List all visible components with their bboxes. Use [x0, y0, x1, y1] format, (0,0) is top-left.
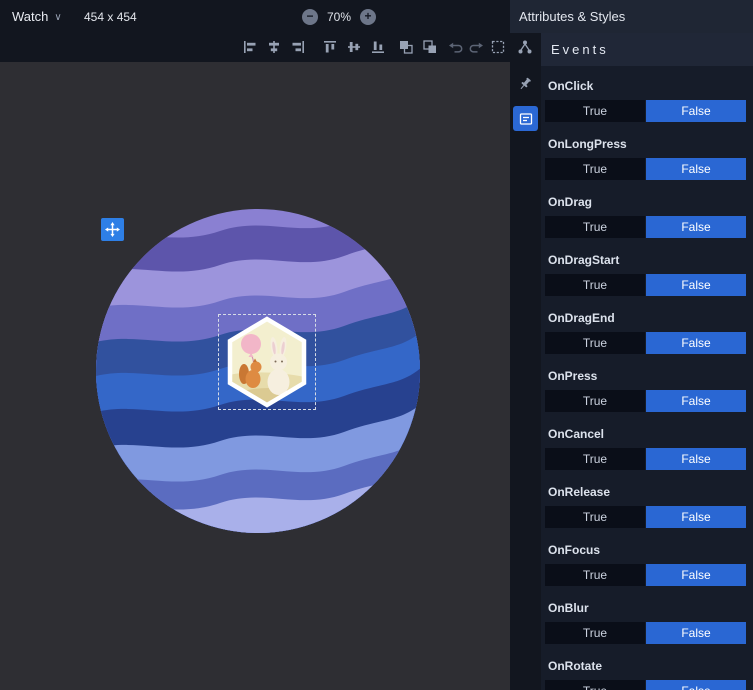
event-name: OnPress	[548, 368, 746, 384]
event-true-button[interactable]: True	[545, 448, 645, 470]
event-block: OnDrag True False	[541, 182, 753, 240]
align-middle-vertical-icon[interactable]	[346, 39, 362, 55]
align-bottom-icon[interactable]	[370, 39, 386, 55]
event-name: OnCancel	[548, 426, 746, 442]
event-true-button[interactable]: True	[545, 332, 645, 354]
hexagon-sticker[interactable]	[225, 316, 309, 408]
event-name: OnRotate	[548, 658, 746, 674]
event-false-button[interactable]: False	[646, 448, 746, 470]
event-block: OnPress True False	[541, 356, 753, 414]
event-block: OnLongPress True False	[541, 124, 753, 182]
device-label: Watch	[12, 9, 48, 24]
event-block: OnRelease True False	[541, 472, 753, 530]
event-block: OnRotate True False	[541, 646, 753, 690]
event-false-button[interactable]: False	[646, 390, 746, 412]
design-canvas[interactable]	[0, 62, 510, 690]
event-block: OnDragEnd True False	[541, 298, 753, 356]
zoom-level: 70%	[327, 10, 351, 24]
event-name: OnLongPress	[548, 136, 746, 152]
zoom-in-icon[interactable]: +	[360, 9, 376, 25]
structure-icon[interactable]	[517, 39, 533, 55]
redo-icon[interactable]	[468, 39, 484, 55]
events-list: OnClick True False OnLongPress True Fals…	[541, 66, 753, 690]
event-name: OnDragEnd	[548, 310, 746, 326]
panel-icon-strip	[510, 33, 541, 690]
alignment-toolbar	[0, 33, 510, 62]
device-selector[interactable]: Watch ∨	[12, 0, 62, 33]
events-section-header: Events	[541, 33, 753, 66]
undo-icon[interactable]	[448, 39, 464, 55]
event-block: OnBlur True False	[541, 588, 753, 646]
pin-icon[interactable]	[517, 76, 533, 92]
event-false-button[interactable]: False	[646, 332, 746, 354]
event-false-button[interactable]: False	[646, 564, 746, 586]
event-true-button[interactable]: True	[545, 274, 645, 296]
bring-forward-icon[interactable]	[422, 39, 438, 55]
event-false-button[interactable]: False	[646, 216, 746, 238]
align-left-icon[interactable]	[242, 39, 258, 55]
event-true-button[interactable]: True	[545, 622, 645, 644]
events-panel-icon[interactable]	[513, 106, 538, 131]
event-true-button[interactable]: True	[545, 216, 645, 238]
event-true-button[interactable]: True	[545, 390, 645, 412]
marquee-select-icon[interactable]	[490, 39, 506, 55]
top-bar: Watch ∨ 454 x 454 − 70% + Attributes & S…	[0, 0, 753, 33]
event-false-button[interactable]: False	[646, 680, 746, 690]
move-handle[interactable]	[101, 218, 124, 241]
event-false-button[interactable]: False	[646, 274, 746, 296]
event-false-button[interactable]: False	[646, 506, 746, 528]
event-true-button[interactable]: True	[545, 680, 645, 690]
send-backward-icon[interactable]	[398, 39, 414, 55]
attributes-styles-header: Attributes & Styles	[510, 0, 753, 33]
event-name: OnClick	[548, 78, 746, 94]
move-arrows-icon	[105, 222, 120, 237]
watch-face-designer: Watch ∨ 454 x 454 − 70% + Attributes & S…	[0, 0, 753, 690]
event-block: OnCancel True False	[541, 414, 753, 472]
canvas-dimensions: 454 x 454	[84, 0, 137, 33]
events-panel: Events OnClick True False OnLongPress Tr…	[541, 33, 753, 690]
event-true-button[interactable]: True	[545, 564, 645, 586]
event-name: OnFocus	[548, 542, 746, 558]
event-name: OnBlur	[548, 600, 746, 616]
event-block: OnFocus True False	[541, 530, 753, 588]
zoom-out-icon[interactable]: −	[302, 9, 318, 25]
event-true-button[interactable]: True	[545, 158, 645, 180]
event-name: OnDragStart	[548, 252, 746, 268]
align-top-icon[interactable]	[322, 39, 338, 55]
event-name: OnRelease	[548, 484, 746, 500]
event-true-button[interactable]: True	[545, 100, 645, 122]
events-section-title: Events	[551, 42, 609, 57]
selection-box[interactable]	[218, 314, 316, 410]
event-true-button[interactable]: True	[545, 506, 645, 528]
event-block: OnDragStart True False	[541, 240, 753, 298]
event-false-button[interactable]: False	[646, 158, 746, 180]
event-false-button[interactable]: False	[646, 100, 746, 122]
event-name: OnDrag	[548, 194, 746, 210]
align-center-horizontal-icon[interactable]	[266, 39, 282, 55]
zoom-controls: − 70% +	[302, 0, 376, 33]
panel-title: Attributes & Styles	[519, 9, 625, 24]
event-block: OnClick True False	[541, 66, 753, 124]
event-false-button[interactable]: False	[646, 622, 746, 644]
align-right-icon[interactable]	[290, 39, 306, 55]
chevron-down-icon: ∨	[54, 12, 61, 23]
